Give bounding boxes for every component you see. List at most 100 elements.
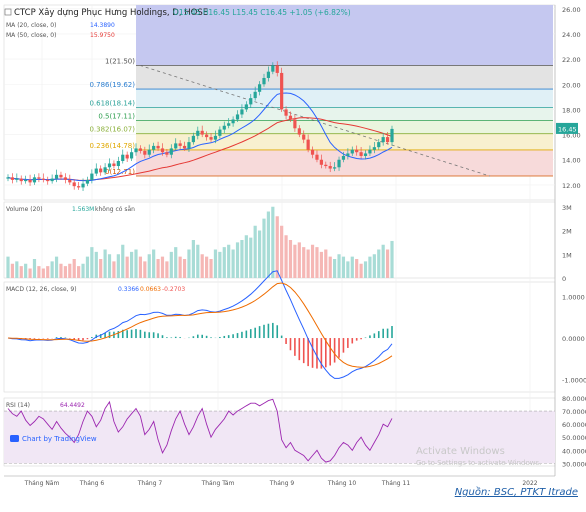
macd-histogram-bar <box>140 330 142 338</box>
candle-body <box>73 182 76 186</box>
macd-histogram-bar <box>34 338 36 339</box>
last-price-label: 16.45 <box>558 125 577 133</box>
volume-bar <box>77 266 80 278</box>
macd-histogram-bar <box>126 330 128 338</box>
tradingview-cloud-icon <box>10 435 19 442</box>
candle-body <box>104 167 107 172</box>
candle-body <box>6 177 9 178</box>
volume-bar <box>298 242 301 278</box>
macd-histogram-bar <box>268 324 270 338</box>
volume-bar <box>293 245 296 278</box>
macd-histogram-bar <box>378 331 380 338</box>
macd-histogram-bar <box>47 338 49 339</box>
volume-value: 1.563M <box>72 206 94 213</box>
price-tick-label: 18.00 <box>562 106 581 114</box>
rsi-tick-label: 80.0000 <box>562 395 586 403</box>
macd-histogram-bar <box>109 332 111 338</box>
candle-body <box>161 148 164 152</box>
candle-body <box>156 146 159 149</box>
volume-bar <box>258 231 261 279</box>
volume-bar <box>37 266 40 278</box>
candle-body <box>258 84 261 92</box>
volume-bar <box>249 238 252 278</box>
time-tick-label: Tháng 9 <box>269 480 295 487</box>
ma50-value: 15.9750 <box>90 32 115 39</box>
volume-bar <box>245 235 248 278</box>
candle-body <box>15 179 18 180</box>
volume-bar <box>196 245 199 278</box>
volume-bar <box>174 247 177 278</box>
candle-body <box>390 129 393 142</box>
volume-tick-label: 0 <box>562 275 566 283</box>
macd-histogram-bar <box>206 336 208 338</box>
volume-bar <box>15 261 18 278</box>
candle-body <box>81 184 84 188</box>
volume-bar <box>223 247 226 278</box>
macd-histogram-bar <box>365 338 367 339</box>
volume-tick-label: 3M <box>562 204 572 212</box>
volume-bar <box>51 261 54 278</box>
candle-body <box>143 151 146 155</box>
volume-bar <box>205 257 208 278</box>
candle-body <box>249 98 252 104</box>
macd-histogram-bar <box>382 329 384 338</box>
candle-body <box>24 180 27 181</box>
tradingview-watermark[interactable]: Chart by TradingView <box>22 435 97 443</box>
volume-bar <box>179 257 182 278</box>
fib-zone <box>136 108 553 121</box>
macd-histogram-bar <box>91 337 93 338</box>
volume-bar <box>390 241 393 278</box>
candle-body <box>377 142 380 147</box>
fib-level-label: 0.5(17.11) <box>98 113 135 121</box>
volume-bar <box>218 252 221 278</box>
volume-bar <box>170 252 173 278</box>
macd-tick-label: -1.0000 <box>562 377 586 385</box>
price-tick-label: 26.00 <box>562 6 581 14</box>
fib-zone <box>136 65 553 89</box>
candle-body <box>130 152 133 158</box>
volume-bar <box>11 264 14 278</box>
volume-bar <box>161 257 164 278</box>
macd-histogram-bar <box>281 336 283 338</box>
volume-bar <box>201 254 204 278</box>
fib-zone <box>136 134 553 150</box>
volume-bar <box>156 259 159 278</box>
macd-histogram-bar <box>254 328 256 338</box>
volume-bar <box>240 240 243 278</box>
candle-body <box>148 150 151 155</box>
rsi-tick-label: 40.0000 <box>562 447 586 455</box>
candle-body <box>46 180 49 181</box>
candle-body <box>209 137 212 140</box>
candle-body <box>240 109 243 114</box>
macd-histogram-bar <box>193 336 195 338</box>
rsi-tick-label: 30.0000 <box>562 460 586 468</box>
candle-body <box>37 177 40 178</box>
macd-histogram-bar <box>157 333 159 338</box>
macd-label: MACD (12, 26, close, 9) <box>6 286 77 293</box>
rsi-value: 64.4492 <box>60 402 85 409</box>
candle-body <box>298 128 301 134</box>
candle-body <box>152 146 155 150</box>
price-tick-label: 22.00 <box>562 56 581 64</box>
candle-body <box>337 160 340 168</box>
candle-body <box>170 148 173 154</box>
volume-bar <box>302 247 305 278</box>
candle-body <box>311 150 314 155</box>
time-tick-label: Tháng Năm <box>24 480 60 487</box>
candle-body <box>139 148 142 151</box>
volume-bar <box>126 257 129 278</box>
volume-bar <box>276 216 279 278</box>
macd-histogram-bar <box>171 337 173 338</box>
volume-label: Volume (20) <box>6 206 43 213</box>
macd-histogram-bar <box>250 329 252 338</box>
candle-body <box>86 180 89 184</box>
macd-histogram-bar <box>360 338 362 339</box>
volume-bar <box>329 257 332 278</box>
macd-histogram-bar <box>312 338 314 368</box>
volume-bar <box>209 259 212 278</box>
source-note[interactable]: Nguồn: BSC, PTKT Itrade <box>455 487 578 498</box>
macd-histogram-bar <box>201 335 203 338</box>
macd-histogram-bar <box>347 338 349 348</box>
macd-histogram-bar <box>391 326 393 338</box>
volume-bar <box>117 254 120 278</box>
